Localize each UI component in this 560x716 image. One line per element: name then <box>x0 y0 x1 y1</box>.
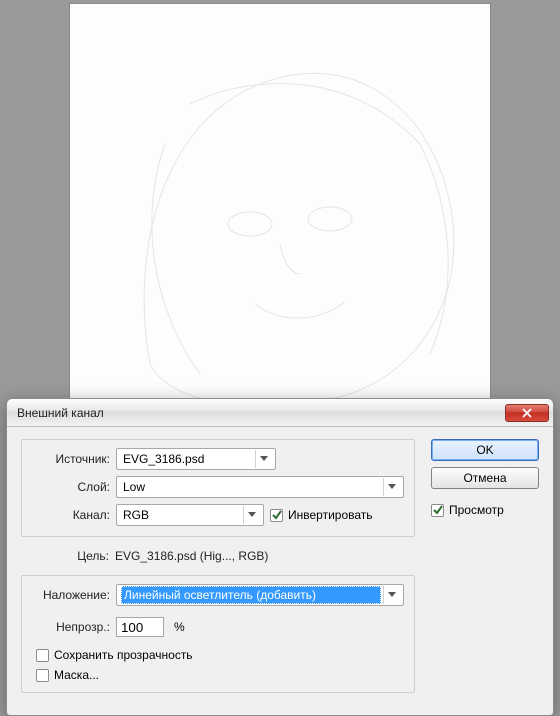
ok-button[interactable]: OK <box>431 439 539 461</box>
layer-select[interactable]: Low <box>116 476 404 498</box>
source-select[interactable]: EVG_3186.psd <box>116 448 276 470</box>
opacity-input[interactable] <box>116 617 164 637</box>
dialog-body: Источник: EVG_3186.psd Слой: Low Канал: <box>7 427 553 715</box>
apply-image-dialog: Внешний канал Источник: EVG_3186.psd Сло… <box>6 398 554 716</box>
preview-checkbox[interactable]: Просмотр <box>431 503 539 517</box>
document-canvas[interactable] <box>70 4 490 414</box>
chevron-down-icon <box>383 586 399 604</box>
blend-mode-label: Наложение: <box>32 588 110 602</box>
preserve-transparency-checkbox[interactable]: Сохранить прозрачность <box>36 648 404 662</box>
blend-mode-select[interactable]: Линейный осветлитель (добавить) <box>116 584 404 606</box>
channel-select[interactable]: RGB <box>116 504 264 526</box>
target-value: EVG_3186.psd (Hig..., RGB) <box>115 549 268 563</box>
canvas-sketch <box>70 4 490 414</box>
channel-label: Канал: <box>32 508 110 522</box>
target-label: Цель: <box>31 549 109 563</box>
blend-group: Наложение: Линейный осветлитель (добавит… <box>21 575 415 693</box>
preserve-transparency-label: Сохранить прозрачность <box>54 648 193 662</box>
cancel-button[interactable]: Отмена <box>431 467 539 489</box>
dialog-left-column: Источник: EVG_3186.psd Слой: Low Канал: <box>21 439 415 701</box>
chevron-down-icon <box>255 450 271 468</box>
source-label: Источник: <box>32 452 110 466</box>
dialog-title: Внешний канал <box>17 406 104 420</box>
chevron-down-icon <box>243 506 259 524</box>
opacity-label: Непрозр.: <box>32 620 110 634</box>
mask-checkbox[interactable]: Маска... <box>36 668 404 682</box>
invert-checkbox[interactable]: Инвертировать <box>270 508 373 522</box>
dialog-right-column: OK Отмена Просмотр <box>431 439 539 701</box>
mask-label: Маска... <box>54 668 99 682</box>
invert-label: Инвертировать <box>288 508 373 522</box>
opacity-suffix: % <box>174 620 185 634</box>
layer-label: Слой: <box>32 480 110 494</box>
close-button[interactable] <box>505 404 549 422</box>
source-group: Источник: EVG_3186.psd Слой: Low Канал: <box>21 439 415 537</box>
chevron-down-icon <box>383 478 399 496</box>
preview-label: Просмотр <box>449 503 504 517</box>
dialog-titlebar[interactable]: Внешний канал <box>7 399 553 427</box>
close-icon <box>522 408 532 418</box>
